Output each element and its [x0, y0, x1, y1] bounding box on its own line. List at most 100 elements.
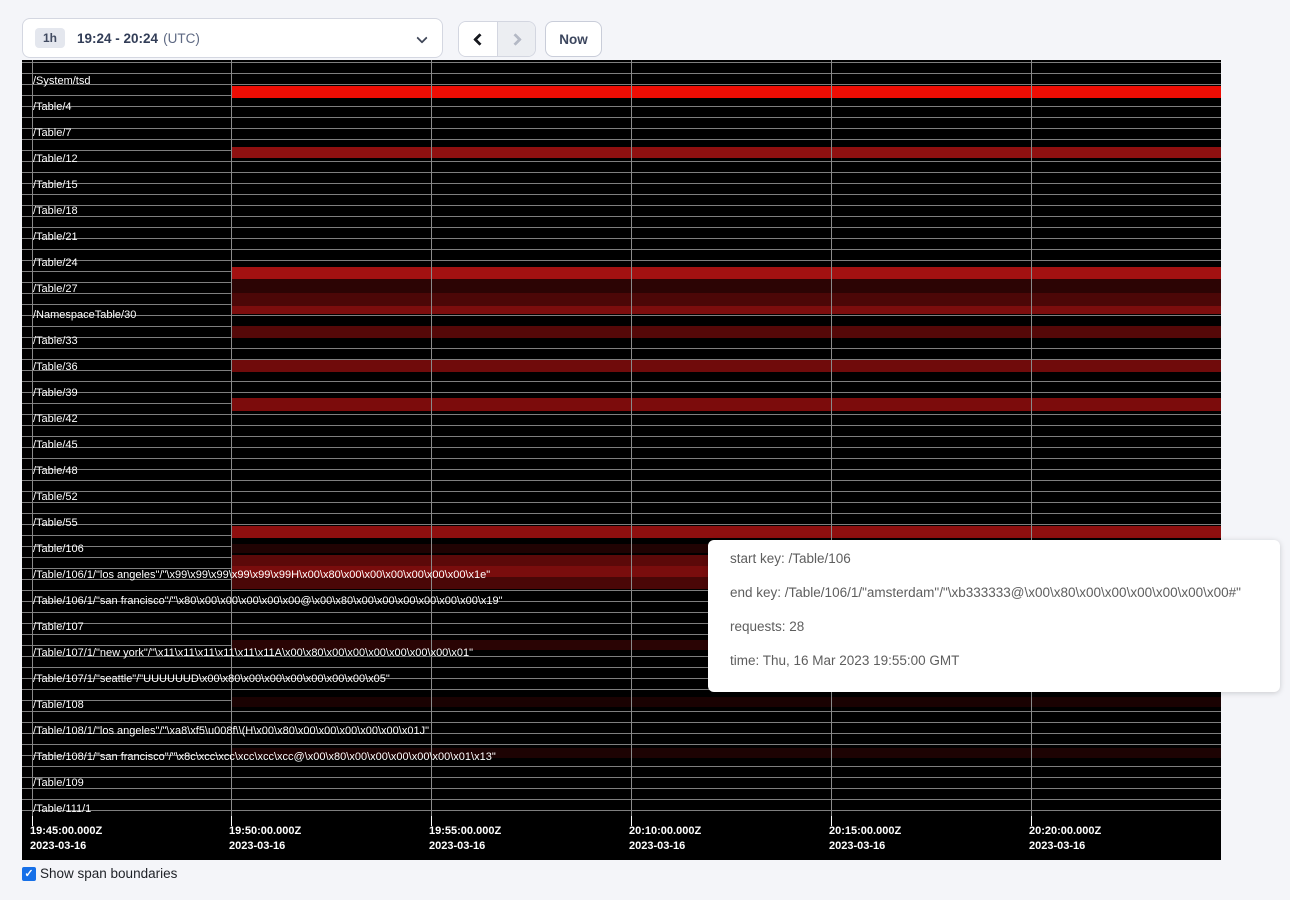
show-span-boundaries-checkbox[interactable]: ✓	[22, 867, 36, 881]
gridline-horizontal	[22, 238, 1221, 239]
row-label: /Table/108/1/"los angeles"/"\xa8\xf5\u00…	[33, 725, 429, 737]
gridline-horizontal	[22, 249, 1221, 250]
heat-band	[232, 86, 1221, 98]
row-label: /NamespaceTable/30	[33, 309, 136, 321]
footer: ✓ Show span boundaries	[22, 866, 177, 881]
prev-range-button[interactable]	[459, 22, 497, 56]
row-label: /Table/107/1/"new york"/"\x11\x11\x11\x1…	[33, 647, 473, 659]
row-label: /Table/39	[33, 387, 78, 399]
gridline-vertical	[631, 60, 632, 818]
gridline-horizontal	[22, 425, 1221, 426]
gridline-vertical	[231, 60, 232, 818]
row-label: /Table/106/1/"los angeles"/"\x99\x99\x99…	[33, 569, 490, 581]
chevron-left-icon	[473, 33, 486, 46]
gridline-horizontal	[22, 84, 1221, 85]
gridline-horizontal	[22, 414, 1221, 415]
axis-tick-label: 19:50:00.000Z2023-03-16	[229, 824, 301, 854]
heat-band	[232, 306, 1221, 314]
row-label: /Table/48	[33, 465, 78, 477]
tooltip-time: time: Thu, 16 Mar 2023 19:55:00 GMT	[730, 654, 1258, 668]
tooltip-requests: requests: 28	[730, 620, 1258, 634]
gridline-horizontal	[22, 502, 1221, 503]
show-span-boundaries-label[interactable]: Show span boundaries	[40, 866, 177, 881]
row-label: /Table/107/1/"seattle"/"UUUUUUD\x00\x80\…	[33, 673, 390, 685]
row-label: /Table/52	[33, 491, 78, 503]
time-range-dropdown[interactable]: 1h 19:24 - 20:24 (UTC)	[22, 18, 443, 58]
gridline-horizontal	[22, 458, 1221, 459]
time-range-nav-group	[458, 21, 536, 57]
gridline-horizontal	[22, 447, 1221, 448]
axis-tick-label: 20:10:00.000Z2023-03-16	[629, 824, 701, 854]
gridline-horizontal	[22, 392, 1221, 393]
axis-tick-time: 19:50:00.000Z	[229, 824, 301, 839]
gridline-horizontal	[22, 777, 1221, 778]
gridline-horizontal	[22, 436, 1221, 437]
gridline-horizontal	[22, 62, 1221, 63]
time-range-preset-badge: 1h	[35, 28, 65, 48]
row-label: /Table/7	[33, 127, 72, 139]
axis-tick-time: 20:10:00.000Z	[629, 824, 701, 839]
row-label: /Table/4	[33, 101, 72, 113]
row-label: /Table/108	[33, 699, 84, 711]
next-range-button[interactable]	[497, 22, 535, 56]
row-label: /Table/108/1/"san francisco"/"\x8c\xcc\x…	[33, 751, 496, 763]
gridline-horizontal	[22, 128, 1221, 129]
gridline-horizontal	[22, 194, 1221, 195]
gridline-horizontal	[22, 711, 1221, 712]
heat-band	[232, 267, 1221, 279]
gridline-horizontal	[22, 788, 1221, 789]
row-label: /Table/106	[33, 543, 84, 555]
axis-tick-date: 2023-03-16	[829, 839, 901, 854]
gridline-horizontal	[22, 117, 1221, 118]
row-label: /Table/42	[33, 413, 78, 425]
gridline-horizontal	[22, 810, 1221, 811]
row-label: /System/tsd	[33, 75, 90, 87]
gridline-horizontal	[22, 348, 1221, 349]
axis-tick-label: 19:55:00.000Z2023-03-16	[429, 824, 501, 854]
heatmap-canvas[interactable]: /System/tsd/Table/4/Table/7/Table/12/Tab…	[22, 60, 1221, 860]
chevron-down-icon	[416, 32, 427, 43]
heat-band	[232, 147, 1221, 158]
axis-tick-date: 2023-03-16	[1029, 839, 1101, 854]
gridline-vertical	[431, 60, 432, 818]
now-button[interactable]: Now	[545, 21, 602, 57]
gridline-vertical	[1031, 60, 1032, 818]
heat-band	[232, 279, 1221, 293]
tooltip: start key: /Table/106 end key: /Table/10…	[708, 540, 1280, 692]
axis-tick-date: 2023-03-16	[30, 839, 102, 854]
gridline-horizontal	[22, 260, 1221, 261]
row-label: /Table/55	[33, 517, 78, 529]
axis-tick-label: 19:45:00.000Z2023-03-16	[30, 824, 102, 854]
row-label: /Table/107	[33, 621, 84, 633]
axis-tick-time: 19:55:00.000Z	[429, 824, 501, 839]
gridline-horizontal	[22, 491, 1221, 492]
chevron-right-icon	[509, 33, 522, 46]
gridline-horizontal	[22, 172, 1221, 173]
gridline-horizontal	[22, 183, 1221, 184]
tooltip-end-key: end key: /Table/106/1/"amsterdam"/"\xb33…	[730, 586, 1258, 600]
heat-band	[232, 697, 1221, 707]
heat-band	[232, 398, 1221, 411]
gridline-horizontal	[22, 799, 1221, 800]
gridline-horizontal	[22, 524, 1221, 525]
tooltip-start-key: start key: /Table/106	[730, 552, 1258, 566]
row-label: /Table/27	[33, 283, 78, 295]
gridline-horizontal	[22, 766, 1221, 767]
axis-tick-time: 19:45:00.000Z	[30, 824, 102, 839]
gridline-horizontal	[22, 161, 1221, 162]
gridline-horizontal	[22, 381, 1221, 382]
gridline-horizontal	[22, 205, 1221, 206]
gridline-horizontal	[22, 227, 1221, 228]
row-label: /Table/36	[33, 361, 78, 373]
heat-band	[232, 326, 1221, 338]
gridline-horizontal	[22, 469, 1221, 470]
gridline-horizontal	[22, 513, 1221, 514]
time-range-timezone: (UTC)	[163, 31, 200, 46]
heat-band	[232, 360, 1221, 372]
axis-tick-label: 20:15:00.000Z2023-03-16	[829, 824, 901, 854]
row-label: /Table/111/1	[33, 803, 91, 815]
axis-tick-time: 20:20:00.000Z	[1029, 824, 1101, 839]
gridline-horizontal	[22, 722, 1221, 723]
axis-tick-date: 2023-03-16	[629, 839, 701, 854]
axis-tick-date: 2023-03-16	[429, 839, 501, 854]
